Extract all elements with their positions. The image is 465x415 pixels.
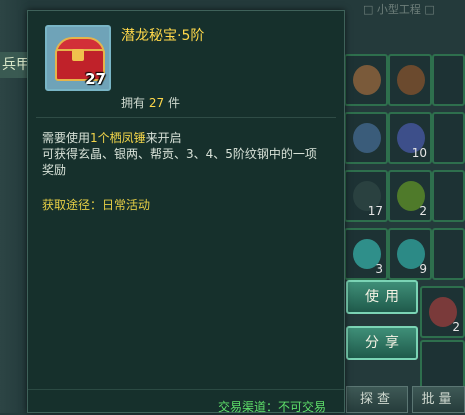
owned-suffix: 件: [167, 96, 180, 110]
desc-text: 需要使用: [42, 131, 91, 145]
inventory-slot[interactable]: 17: [344, 170, 388, 222]
slot-quantity: 2: [419, 204, 427, 218]
item-description: 需要使用1个栖凤锤来开启 可获得玄晶、银两、帮贡、3、4、5阶纹钢中的一项 奖励: [42, 130, 332, 178]
inventory-slot[interactable]: [432, 112, 465, 164]
acquire-source: 获取途径：日常活动: [42, 198, 151, 212]
slot-quantity: 2: [452, 320, 460, 334]
item-icon: [353, 65, 381, 95]
item-title: 潜龙秘宝·5阶: [121, 28, 205, 44]
desc-line-3: 奖励: [42, 163, 67, 177]
owned-prefix: 拥有: [121, 96, 146, 110]
inventory-slot[interactable]: [344, 54, 388, 106]
slot-quantity: 3: [375, 262, 383, 276]
inventory-slot[interactable]: [432, 170, 465, 222]
inventory-slot[interactable]: [432, 54, 465, 106]
trade-channel: 交易渠道：不可交易: [217, 400, 326, 414]
inventory-slot[interactable]: 10: [388, 112, 432, 164]
use-button[interactable]: 使用: [346, 280, 418, 314]
inventory-slot[interactable]: [344, 112, 388, 164]
inventory-slot[interactable]: 9: [388, 228, 432, 280]
item-icon: [353, 123, 381, 153]
share-button[interactable]: 分享: [346, 326, 418, 360]
item-icon: [397, 65, 425, 95]
owned-number: 27: [148, 96, 165, 110]
desc-line-2: 可获得玄晶、银两、帮贡、3、4、5阶纹钢中的一项: [42, 147, 317, 161]
slot-quantity: 10: [411, 146, 427, 160]
inventory-slot[interactable]: 3: [344, 228, 388, 280]
inventory-slot[interactable]: [388, 54, 432, 106]
inventory-slot[interactable]: 2: [420, 286, 465, 338]
desc-line-1: 需要使用1个栖凤锤来开启: [42, 130, 332, 146]
inventory-slot[interactable]: [420, 340, 465, 392]
owned-count: 拥有 27 件: [121, 94, 180, 111]
top-right-label: □ 小型工程 □: [363, 3, 435, 16]
footer-divider: [28, 389, 344, 390]
icon-quantity: 27: [85, 70, 106, 88]
required-item: 1个栖凤锤: [90, 131, 146, 145]
inventory-slot[interactable]: [432, 228, 465, 280]
slot-quantity: 9: [419, 262, 427, 276]
divider: [36, 117, 336, 118]
side-tab[interactable]: 兵甲: [0, 52, 30, 78]
item-icon-frame: 27: [45, 25, 111, 91]
slot-quantity: 17: [367, 204, 383, 218]
batch-button[interactable]: 批量: [412, 386, 465, 413]
desc-text: 来开启: [145, 131, 182, 145]
item-tooltip: 27 潜龙秘宝·5阶 拥有 27 件 需要使用1个栖凤锤来开启 可获得玄晶、银两…: [27, 10, 345, 414]
inventory-slot[interactable]: 2: [388, 170, 432, 222]
explore-button[interactable]: 探查: [346, 386, 408, 413]
